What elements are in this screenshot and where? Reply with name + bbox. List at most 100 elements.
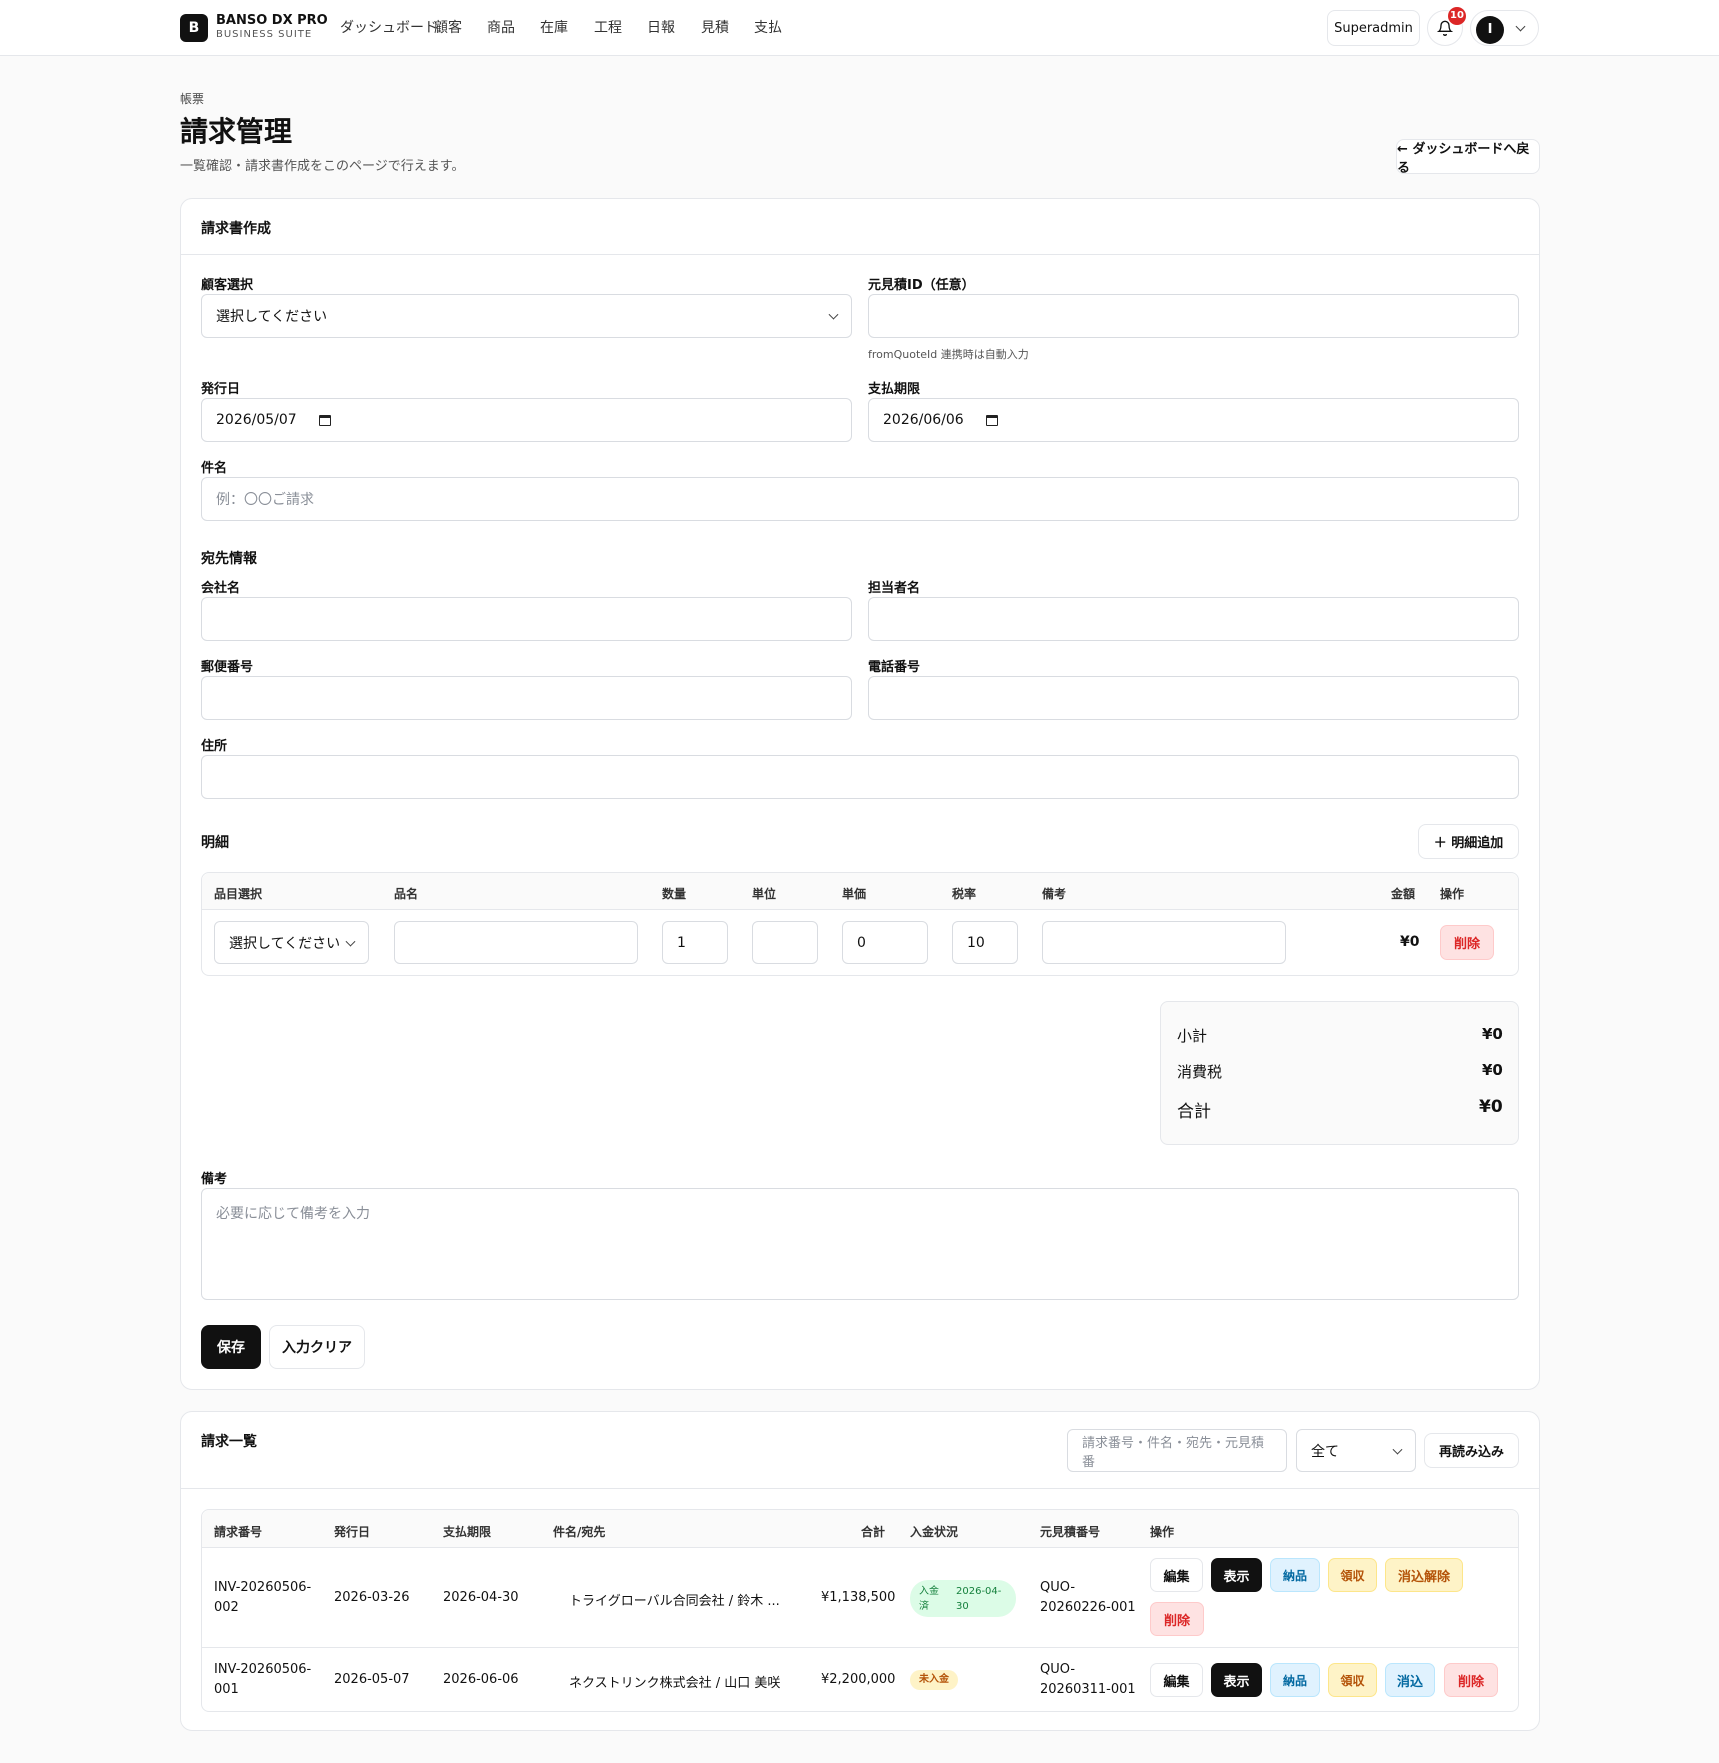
address-label: 住所 (201, 739, 228, 754)
line-unit-input[interactable] (752, 921, 818, 964)
status-text: 入金済 (919, 1584, 939, 1614)
brand-subtitle: BUSINESS SUITE (216, 29, 313, 40)
details-section-title: 明細 (201, 835, 229, 851)
address-input[interactable] (201, 755, 1519, 799)
quote-id-input[interactable] (868, 294, 1519, 338)
notes-label: 備考 (201, 1172, 228, 1187)
delete-button[interactable]: 削除 (1444, 1663, 1498, 1697)
save-button[interactable]: 保存 (201, 1325, 261, 1369)
line-qty-value: 1 (677, 934, 686, 951)
list-search-placeholder: 請求番号・件名・宛先・元見積番 (1082, 1435, 1265, 1470)
company-input[interactable] (201, 597, 852, 641)
quote-number-line-1: QUO- (1040, 1580, 1076, 1595)
delivery-note-button[interactable]: 納品 (1270, 1558, 1320, 1592)
customer-label: 顧客選択 (201, 278, 254, 293)
delete-button[interactable]: 削除 (1150, 1602, 1204, 1636)
status-filter-select[interactable]: 全て (1296, 1429, 1416, 1472)
line-price-value: 0 (857, 934, 866, 951)
nav-quotes[interactable]: 見積 (701, 18, 729, 38)
col-name: 品名 (394, 887, 419, 901)
nav-payments[interactable]: 支払 (754, 18, 782, 38)
brand-logo[interactable]: B (180, 14, 208, 42)
chevron-down-icon (1515, 21, 1526, 31)
add-line-button[interactable]: ＋ 明細追加 (1418, 824, 1519, 859)
recipient-section-title: 宛先情報 (201, 551, 257, 567)
subject-placeholder: 例：〇〇ご請求 (216, 492, 314, 508)
line-item-select[interactable]: 選択してください (214, 921, 369, 964)
line-delete-button[interactable]: 削除 (1440, 925, 1494, 960)
role-button[interactable]: Superadmin (1327, 10, 1420, 46)
nav-inventory[interactable]: 在庫 (540, 18, 568, 38)
tax-value: ¥0 (1482, 1061, 1503, 1079)
line-tax-input[interactable]: 10 (952, 921, 1018, 964)
receipt-button[interactable]: 領収 (1328, 1663, 1377, 1697)
line-tax-value: 10 (967, 934, 985, 951)
invoice-total: ¥1,138,500 (821, 1590, 896, 1605)
page-description: 一覧確認・請求書作成をこのページで行えます。 (180, 159, 465, 174)
notification-count-badge: 10 (1448, 7, 1466, 25)
total-label: 合計 (1177, 1102, 1211, 1122)
invoice-number-line-2: 001 (214, 1682, 239, 1697)
calendar-icon[interactable] (318, 414, 331, 426)
col-price: 単価 (842, 887, 867, 901)
phone-input[interactable] (868, 676, 1519, 720)
due-date: 2026-06-06 (443, 1672, 519, 1687)
nav-dashboard[interactable]: ダッシュボード (340, 18, 438, 38)
edit-button[interactable]: 編集 (1150, 1663, 1203, 1697)
customer-select[interactable]: 選択してください (201, 294, 852, 338)
subject-input[interactable]: 例：〇〇ご請求 (201, 477, 1519, 521)
nav-process[interactable]: 工程 (594, 18, 622, 38)
col-issue-date: 発行日 (334, 1525, 371, 1539)
nav-products[interactable]: 商品 (487, 18, 515, 38)
cancel-reconcile-button[interactable]: 消込解除 (1385, 1558, 1463, 1592)
status-text-line-1: 入金 (919, 1586, 939, 1597)
view-button[interactable]: 表示 (1211, 1558, 1262, 1592)
list-search-input[interactable]: 請求番号・件名・宛先・元見積番 (1067, 1429, 1287, 1472)
invoice-number-line-1: INV-20260506- (214, 1662, 312, 1677)
line-qty-input[interactable]: 1 (662, 921, 728, 964)
edit-button[interactable]: 編集 (1150, 1558, 1203, 1592)
issue-date-label: 発行日 (201, 382, 241, 397)
postal-input[interactable] (201, 676, 852, 720)
chevron-down-icon (828, 309, 839, 320)
status-date: 2026-04- 30 (956, 1584, 1001, 1614)
delivery-note-button[interactable]: 納品 (1270, 1663, 1320, 1697)
line-price-input[interactable]: 0 (842, 921, 928, 964)
page-title: 請求管理 (180, 115, 293, 148)
view-button[interactable]: 表示 (1211, 1663, 1262, 1697)
reload-button[interactable]: 再読み込み (1424, 1433, 1519, 1468)
nav-customers[interactable]: 顧客 (434, 18, 462, 38)
receipt-button[interactable]: 領収 (1328, 1558, 1377, 1592)
line-amount: ¥0 (1400, 934, 1420, 950)
clear-button[interactable]: 入力クリア (269, 1325, 365, 1369)
invoice-number-line-1: INV-20260506- (214, 1580, 312, 1595)
invoice-table-header-row (202, 1510, 1518, 1548)
reconcile-button[interactable]: 消込 (1385, 1663, 1435, 1697)
col-item-select: 品目選択 (214, 887, 263, 901)
col-total: 合計 (861, 1525, 886, 1539)
col-due-date: 支払期限 (443, 1525, 492, 1539)
issue-date-value: 2026/05/07 (216, 412, 297, 428)
breadcrumb: 帳票 (180, 92, 205, 106)
quote-number-line-2: 20260311-001 (1040, 1682, 1136, 1697)
nav-daily-report[interactable]: 日報 (647, 18, 675, 38)
status-filter-value: 全て (1311, 1443, 1339, 1460)
notes-textarea[interactable]: 必要に応じて備考を入力 (201, 1188, 1519, 1300)
line-name-input[interactable] (394, 921, 638, 964)
avatar[interactable]: I (1476, 16, 1504, 44)
issue-date-input[interactable]: 2026/05/07 (201, 398, 852, 442)
calendar-icon[interactable] (985, 414, 998, 426)
status-badge: 未入金 (910, 1670, 958, 1690)
due-date-input[interactable]: 2026/06/06 (868, 398, 1519, 442)
contact-label: 担当者名 (868, 581, 921, 596)
line-note-input[interactable] (1042, 921, 1286, 964)
brand-name: BANSO DX PRO (216, 13, 328, 28)
contact-input[interactable] (868, 597, 1519, 641)
col-unit: 単位 (752, 887, 777, 901)
invoice-number: INV-20260506- 001 (214, 1660, 311, 1700)
quote-number: QUO- 20260311-001 (1040, 1660, 1136, 1700)
company-label: 会社名 (201, 581, 241, 596)
issue-date: 2026-03-26 (334, 1590, 410, 1605)
back-to-dashboard-button[interactable]: ← ダッシュボードへ戻る (1396, 139, 1540, 176)
quote-number: QUO- 20260226-001 (1040, 1578, 1136, 1618)
